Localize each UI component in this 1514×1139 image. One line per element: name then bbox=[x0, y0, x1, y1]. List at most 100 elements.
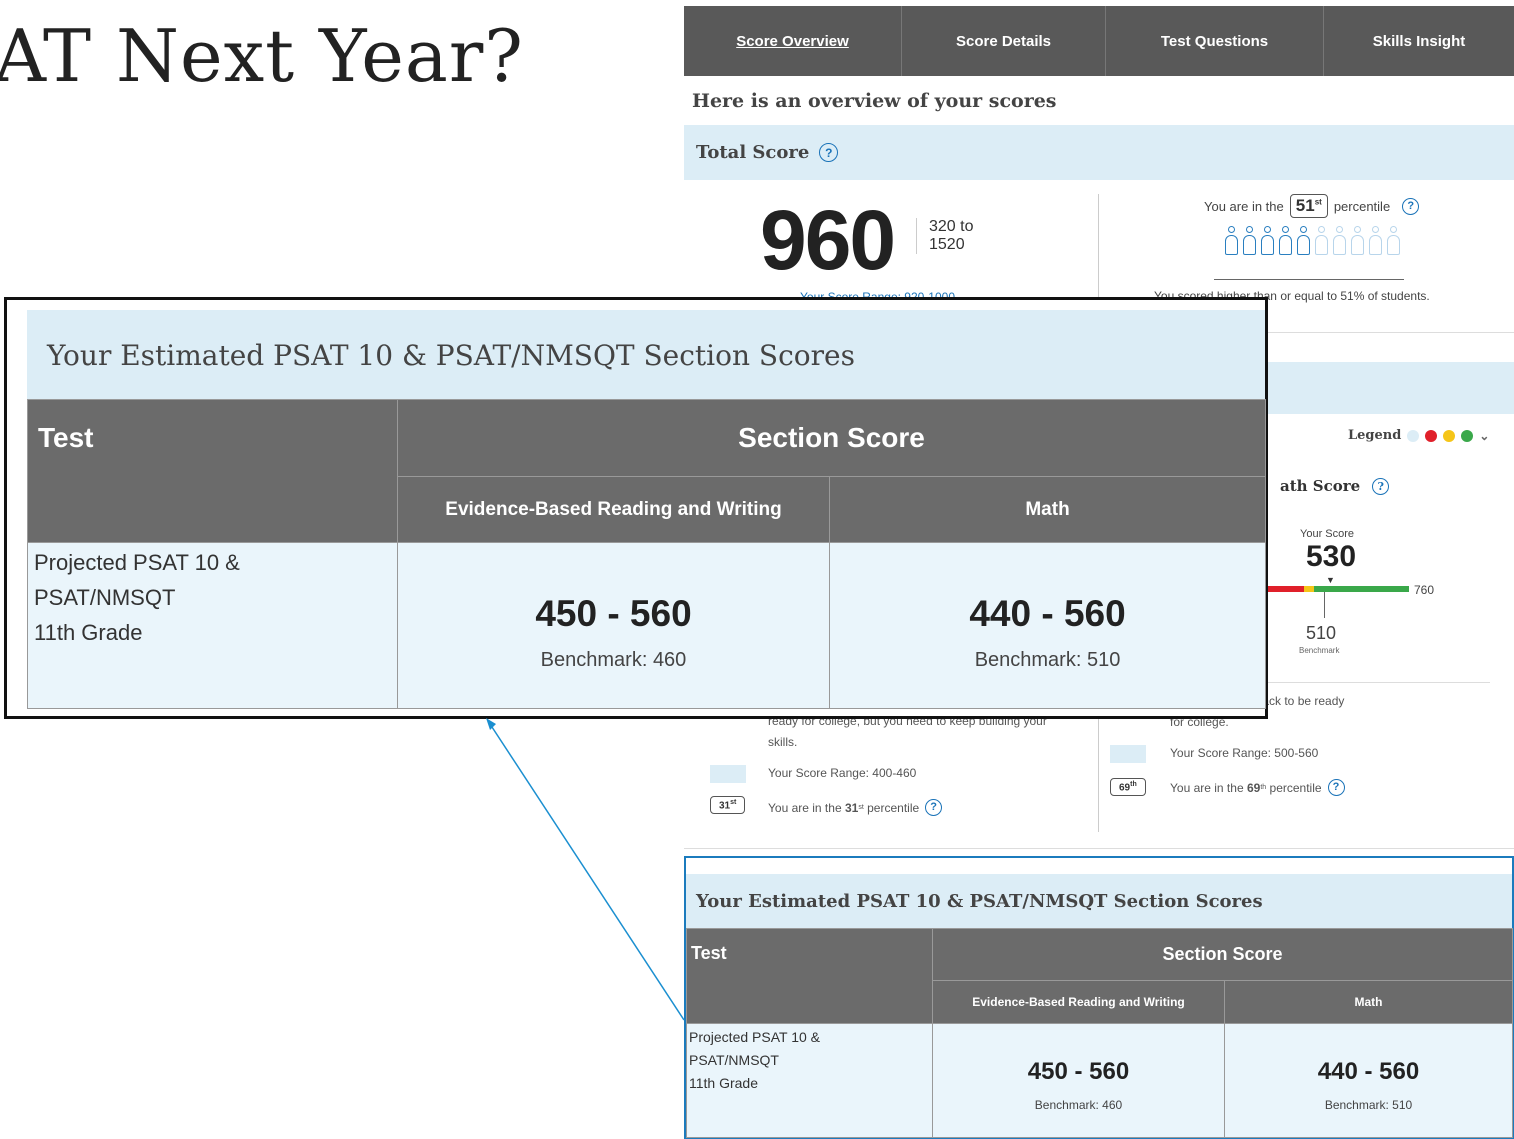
chevron-down-icon: ⌄ bbox=[1479, 428, 1490, 443]
percentile-prefix: You are in the bbox=[1204, 198, 1284, 214]
status-text-line2: skills. bbox=[768, 735, 798, 749]
score-scale-bar bbox=[1264, 586, 1409, 592]
benchmark-label: Benchmark bbox=[1299, 646, 1340, 655]
person-icon bbox=[1332, 226, 1347, 258]
tab-score-overview[interactable]: Score Overview bbox=[684, 6, 902, 76]
section-scores-card: Your Estimated PSAT 10 & PSAT/NMSQT Sect… bbox=[684, 856, 1514, 1139]
percentile-line: You are in the 51st percentile ? bbox=[1204, 194, 1420, 218]
divider bbox=[684, 848, 1514, 849]
total-score-bar: Total Score ? bbox=[684, 125, 1514, 180]
score-range-text: Your Score Range: 400-460 bbox=[768, 766, 917, 780]
person-head bbox=[1354, 226, 1361, 233]
arrowhead-icon bbox=[486, 718, 496, 730]
benchmark-value: 510 bbox=[1306, 623, 1337, 643]
math-score-cell: 440 - 560 Benchmark: 510 bbox=[828, 542, 1267, 709]
percentile-value: 51 bbox=[1295, 196, 1315, 215]
pct-prefix: You are in the bbox=[1170, 780, 1244, 795]
math-range: 440 - 560 bbox=[1317, 1057, 1420, 1085]
legend-label: Legend bbox=[1348, 428, 1402, 443]
pill-value: 31 bbox=[719, 800, 731, 812]
report-tabs: Score Overview Score Details Test Questi… bbox=[684, 6, 1514, 76]
divider bbox=[1098, 194, 1099, 304]
pct-prefix: You are in the bbox=[768, 800, 842, 815]
col-header-math: Math bbox=[1223, 980, 1514, 1024]
ebrw-benchmark: Benchmark: 460 bbox=[1034, 1097, 1123, 1112]
legend[interactable]: Legend ⌄ bbox=[1348, 428, 1489, 443]
ebrw-range: 450 - 560 bbox=[535, 593, 692, 634]
math-range: 440 - 560 bbox=[969, 593, 1126, 634]
person-icon bbox=[1368, 226, 1383, 258]
slide-title: AT Next Year? bbox=[0, 14, 524, 98]
percentile-people-graphic bbox=[1224, 226, 1401, 258]
person-icon bbox=[1224, 226, 1239, 258]
person-icon bbox=[1260, 226, 1275, 258]
pill-sup: st bbox=[730, 799, 737, 806]
help-icon[interactable]: ? bbox=[925, 799, 943, 816]
person-icon bbox=[1296, 226, 1311, 258]
tab-label: Score Overview bbox=[736, 32, 849, 50]
row-label-line3: 11th Grade bbox=[34, 620, 143, 645]
math-benchmark: Benchmark: 510 bbox=[974, 649, 1121, 671]
tab-label: Test Questions bbox=[1160, 32, 1269, 50]
math-score-label: ath Score ? bbox=[1280, 477, 1390, 495]
score-range-swatch bbox=[1110, 745, 1146, 763]
person-head bbox=[1246, 226, 1253, 233]
score-scale-line2: 1520 bbox=[929, 236, 965, 253]
section-scores-title: Your Estimated PSAT 10 & PSAT/NMSQT Sect… bbox=[686, 874, 1512, 928]
overview-heading: Here is an overview of your scores bbox=[692, 90, 1057, 112]
pct-suffix: percentile bbox=[867, 800, 920, 815]
pct-sup: th bbox=[1260, 784, 1267, 791]
person-body bbox=[1387, 235, 1400, 255]
person-icon bbox=[1350, 226, 1365, 258]
tab-label: Score Details bbox=[955, 32, 1052, 50]
person-head bbox=[1336, 226, 1343, 233]
connector-line bbox=[489, 723, 685, 1021]
tab-score-details[interactable]: Score Details bbox=[902, 6, 1106, 76]
section-scores-table-zoom: Test Section Score Evidence-Based Readin… bbox=[27, 399, 1267, 709]
col-header-test: Test bbox=[27, 399, 398, 543]
col-header-ebrw: Evidence-Based Reading and Writing bbox=[397, 476, 830, 543]
person-body bbox=[1315, 235, 1328, 255]
score-range-text: Your Score Range: 500-560 bbox=[1170, 746, 1319, 760]
tab-label: Skills Insight bbox=[1372, 32, 1466, 50]
person-body bbox=[1243, 235, 1256, 255]
ebrw-benchmark: Benchmark: 460 bbox=[540, 649, 687, 671]
person-head bbox=[1228, 226, 1235, 233]
legend-dot-range bbox=[1407, 429, 1420, 442]
person-head bbox=[1282, 226, 1289, 233]
percentile-text: You are in the 69th percentile ? bbox=[1170, 779, 1345, 796]
help-icon[interactable]: ? bbox=[1372, 477, 1390, 495]
help-icon[interactable]: ? bbox=[1402, 197, 1420, 215]
your-score-value: 530 bbox=[1306, 540, 1357, 573]
zoom-callout: Your Estimated PSAT 10 & PSAT/NMSQT Sect… bbox=[4, 297, 1268, 719]
your-score-label: Your Score bbox=[1300, 528, 1355, 540]
person-body bbox=[1261, 235, 1274, 255]
percentile-pill: 31st bbox=[710, 796, 746, 815]
pill-sup: th bbox=[1130, 781, 1137, 788]
pct-value: 69 bbox=[1246, 780, 1261, 795]
table-row: Projected PSAT 10 & PSAT/NMSQT 11th Grad… bbox=[27, 542, 1267, 709]
legend-dot-red bbox=[1425, 429, 1438, 442]
person-body bbox=[1297, 235, 1310, 255]
percentile-badge: 51st bbox=[1289, 194, 1328, 218]
tab-test-questions[interactable]: Test Questions bbox=[1106, 6, 1324, 76]
section-scores-title: Your Estimated PSAT 10 & PSAT/NMSQT Sect… bbox=[27, 310, 1265, 400]
pct-value: 31 bbox=[844, 800, 859, 815]
tab-skills-insight[interactable]: Skills Insight bbox=[1324, 6, 1514, 76]
person-head bbox=[1300, 226, 1307, 233]
math-score-label-text: ath Score bbox=[1280, 477, 1361, 495]
person-icon bbox=[1242, 226, 1257, 258]
person-body bbox=[1279, 235, 1292, 255]
row-label-line1: Projected PSAT 10 & bbox=[689, 1029, 820, 1045]
scale-max: 760 bbox=[1414, 583, 1435, 597]
score-scale-line1: 320 to bbox=[929, 218, 974, 235]
help-icon[interactable]: ? bbox=[1327, 779, 1345, 796]
person-icon bbox=[1314, 226, 1329, 258]
col-header-ebrw: Evidence-Based Reading and Writing bbox=[932, 980, 1225, 1024]
person-icon bbox=[1278, 226, 1293, 258]
math-benchmark: Benchmark: 510 bbox=[1324, 1097, 1413, 1112]
score-scale: 320 to 1520 bbox=[916, 218, 973, 254]
help-icon[interactable]: ? bbox=[819, 143, 839, 162]
math-score-cell: 440 - 560 Benchmark: 510 bbox=[1223, 1023, 1514, 1138]
score-marker-icon: ▼ bbox=[1326, 575, 1335, 585]
